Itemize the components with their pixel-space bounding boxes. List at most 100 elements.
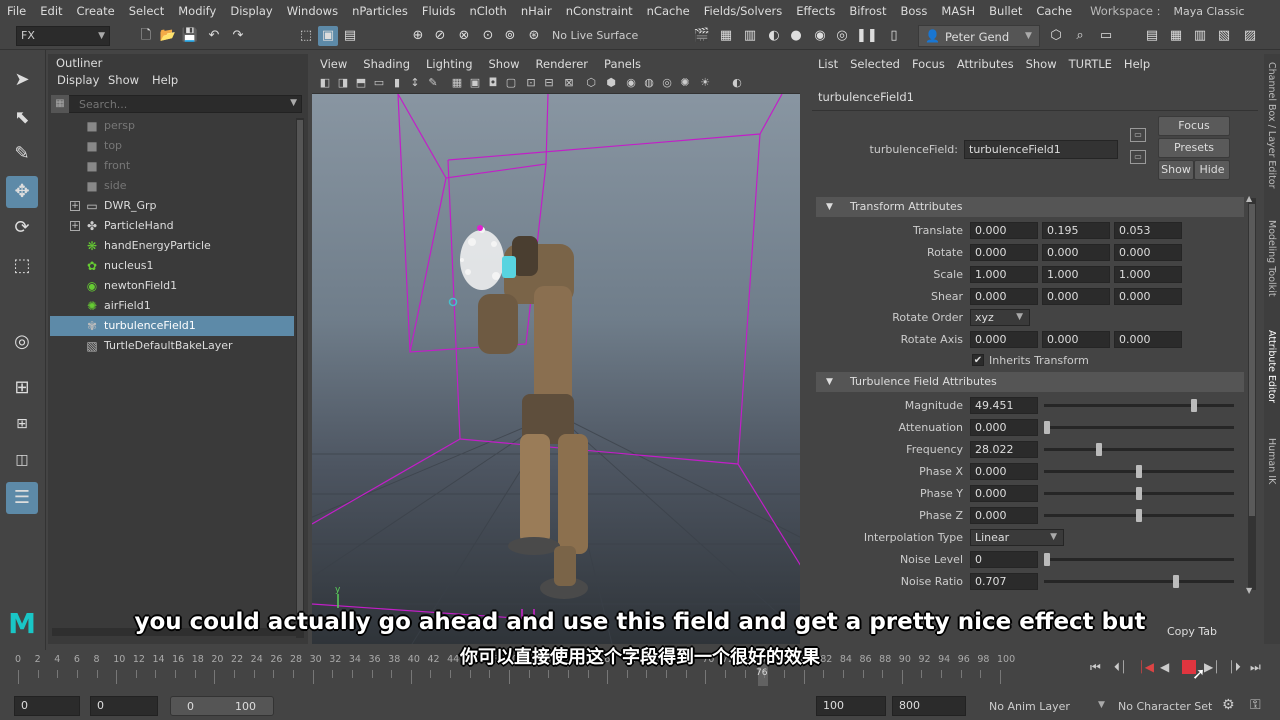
viewport-menu-lighting[interactable]: Lighting xyxy=(418,57,480,71)
resolution-gate-icon[interactable]: ◘ xyxy=(486,76,500,90)
rotate-order-dropdown[interactable]: xyz ▼ xyxy=(970,309,1030,326)
focus-button[interactable]: Focus xyxy=(1158,116,1230,136)
outliner-search-input[interactable] xyxy=(53,96,273,112)
viewport-persp[interactable]: View Shading Lighting Show Renderer Panels ◧ … xyxy=(312,54,800,644)
select-tool-icon[interactable]: ➤ xyxy=(6,64,38,96)
tab-channel-box[interactable]: Channel Box / Layer Editor xyxy=(1266,62,1277,189)
anim-layer-dropdown[interactable]: No Anim Layer xyxy=(989,700,1070,713)
transform-translate-x-field[interactable]: 0.000 xyxy=(970,222,1038,239)
render-frame-icon[interactable]: 🎬 xyxy=(692,26,712,46)
phase-x-field[interactable]: 0.000 xyxy=(970,463,1038,480)
rotate-axis-x-field[interactable]: 0.000 xyxy=(970,331,1038,348)
outliner-item[interactable]: ✺ airField1 xyxy=(50,296,294,316)
transform-shear-x-field[interactable]: 0.000 xyxy=(970,288,1038,305)
lights-icon[interactable]: ✺ xyxy=(678,76,692,90)
rotate-tool-icon[interactable]: ⟳ xyxy=(6,212,38,244)
snap-point-icon[interactable]: ⊗ xyxy=(454,26,474,46)
isolate-select-icon[interactable]: ◐ xyxy=(730,76,744,90)
pause-icon[interactable]: ❚❚ xyxy=(856,26,878,46)
noise-ratio-slider-handle[interactable] xyxy=(1172,575,1179,588)
outliner-item[interactable]: ❋ handEnergyParticle xyxy=(50,236,294,256)
gate-mask-icon[interactable]: ▢ xyxy=(504,76,518,90)
phase-y-field[interactable]: 0.000 xyxy=(970,485,1038,502)
safe-action-icon[interactable]: ⊟ xyxy=(542,76,556,90)
robot-character[interactable] xyxy=(478,236,588,599)
transform-rotate-x-field[interactable]: 0.000 xyxy=(970,244,1038,261)
phase-y-slider-handle[interactable] xyxy=(1136,487,1142,500)
menu-bifrost[interactable]: Bifrost xyxy=(842,4,893,18)
outliner-item[interactable]: ▧ TurtleDefaultBakeLayer xyxy=(50,336,294,356)
outliner-item[interactable]: ✿ nucleus1 xyxy=(50,256,294,276)
safe-title-icon[interactable]: ⊠ xyxy=(562,76,576,90)
viewport-menu-show[interactable]: Show xyxy=(481,57,528,71)
shadows-icon[interactable]: ☀ xyxy=(698,76,712,90)
render-setup-icon[interactable]: ◉ xyxy=(810,26,830,46)
expand-icon[interactable]: + xyxy=(70,201,80,211)
transform-rotate-y-field[interactable]: 0.000 xyxy=(1042,244,1110,261)
film-gate-icon[interactable]: ▣ xyxy=(468,76,482,90)
animation-end-field[interactable]: 800 xyxy=(892,696,966,716)
phase-x-slider-handle[interactable] xyxy=(1136,465,1142,478)
single-layout-icon[interactable]: ⊞ xyxy=(6,372,38,404)
render-ipr-icon[interactable]: ▦ xyxy=(716,26,736,46)
search-icon[interactable]: ⌕ xyxy=(1070,26,1090,46)
noise-ratio-slider[interactable] xyxy=(1044,580,1234,583)
outliner-menu-display[interactable]: Display xyxy=(57,73,99,87)
animation-prefs-icon[interactable]: ⚙ xyxy=(1222,697,1235,713)
menuset-dropdown[interactable]: FX ▼ xyxy=(16,26,110,46)
ae-menu-turtle[interactable]: TURTLE xyxy=(1063,57,1118,71)
attenuation-slider-handle[interactable] xyxy=(1044,421,1050,434)
menu-bullet[interactable]: Bullet xyxy=(982,4,1029,18)
magnitude-slider[interactable] xyxy=(1044,404,1234,407)
grid-icon[interactable]: ▦ xyxy=(450,76,464,90)
noise-level-slider-handle[interactable] xyxy=(1044,553,1050,566)
menu-cache[interactable]: Cache xyxy=(1029,4,1079,18)
menu-ncache[interactable]: nCache xyxy=(640,4,697,18)
render-cloud-icon[interactable]: ⬡ xyxy=(1046,26,1066,46)
textured-icon[interactable]: ◎ xyxy=(660,76,674,90)
tab-human-ik[interactable]: Human IK xyxy=(1266,438,1277,484)
key-icon[interactable]: ⚿ xyxy=(1250,697,1261,713)
hypershade-icon[interactable]: ◐ xyxy=(764,26,784,46)
bookmark-2-icon[interactable]: ▮ xyxy=(390,76,404,90)
wireframe-icon[interactable]: ⬡ xyxy=(584,76,598,90)
menu-nhair[interactable]: nHair xyxy=(514,4,559,18)
ae-menu-attributes[interactable]: Attributes xyxy=(951,57,1020,71)
menu-effects[interactable]: Effects xyxy=(789,4,842,18)
turbulence-field-attributes-section[interactable]: ▼ Turbulence Field Attributes xyxy=(816,372,1244,392)
transform-scale-y-field[interactable]: 1.000 xyxy=(1042,266,1110,283)
menu-file[interactable]: File xyxy=(0,4,33,18)
ae-menu-help[interactable]: Help xyxy=(1118,57,1156,71)
user-account-button[interactable]: 👤 Peter Gend ▼ xyxy=(918,25,1040,47)
menu-nparticles[interactable]: nParticles xyxy=(345,4,415,18)
ae-menu-selected[interactable]: Selected xyxy=(844,57,906,71)
transform-translate-y-field[interactable]: 0.195 xyxy=(1042,222,1110,239)
filter-icon[interactable]: ▦ xyxy=(51,95,69,113)
menu-create[interactable]: Create xyxy=(70,4,122,18)
menu-fluids[interactable]: Fluids xyxy=(415,4,463,18)
select-object-icon[interactable]: ▣ xyxy=(318,26,338,46)
outliner-item[interactable]: ■ side xyxy=(50,176,294,196)
transform-shear-y-field[interactable]: 0.000 xyxy=(1042,288,1110,305)
menu-edit[interactable]: Edit xyxy=(33,4,69,18)
bookmark-icon[interactable]: ⬒ xyxy=(354,76,368,90)
make-live-icon[interactable]: ⊛ xyxy=(524,26,544,46)
character-set-dropdown[interactable]: No Character Set xyxy=(1118,700,1212,713)
scroll-down-icon[interactable]: ▼ xyxy=(1246,586,1252,595)
attribute-editor-scrollbar[interactable] xyxy=(1248,198,1256,590)
hide-button[interactable]: Hide xyxy=(1194,160,1230,180)
sidebar-toggle-6-icon[interactable]: ▨ xyxy=(1240,26,1260,46)
ae-menu-list[interactable]: List xyxy=(812,57,844,71)
menu-select[interactable]: Select xyxy=(122,4,171,18)
particle-cloud[interactable] xyxy=(460,227,504,290)
camera-select-icon[interactable]: ◧ xyxy=(318,76,332,90)
sidebar-toggle-2-icon[interactable]: ▤ xyxy=(1142,26,1162,46)
smooth-shade-icon[interactable]: ⬢ xyxy=(604,76,618,90)
menu-display[interactable]: Display xyxy=(223,4,279,18)
attenuation-field[interactable]: 0.000 xyxy=(970,419,1038,436)
last-tool-icon[interactable]: ◎ xyxy=(6,326,38,358)
scrollbar-thumb[interactable] xyxy=(1249,204,1255,516)
outliner-scrollbar[interactable] xyxy=(296,118,304,638)
tab-modeling-toolkit[interactable]: Modeling Toolkit xyxy=(1266,220,1277,297)
move-tool-icon[interactable]: ✥ xyxy=(6,176,38,208)
